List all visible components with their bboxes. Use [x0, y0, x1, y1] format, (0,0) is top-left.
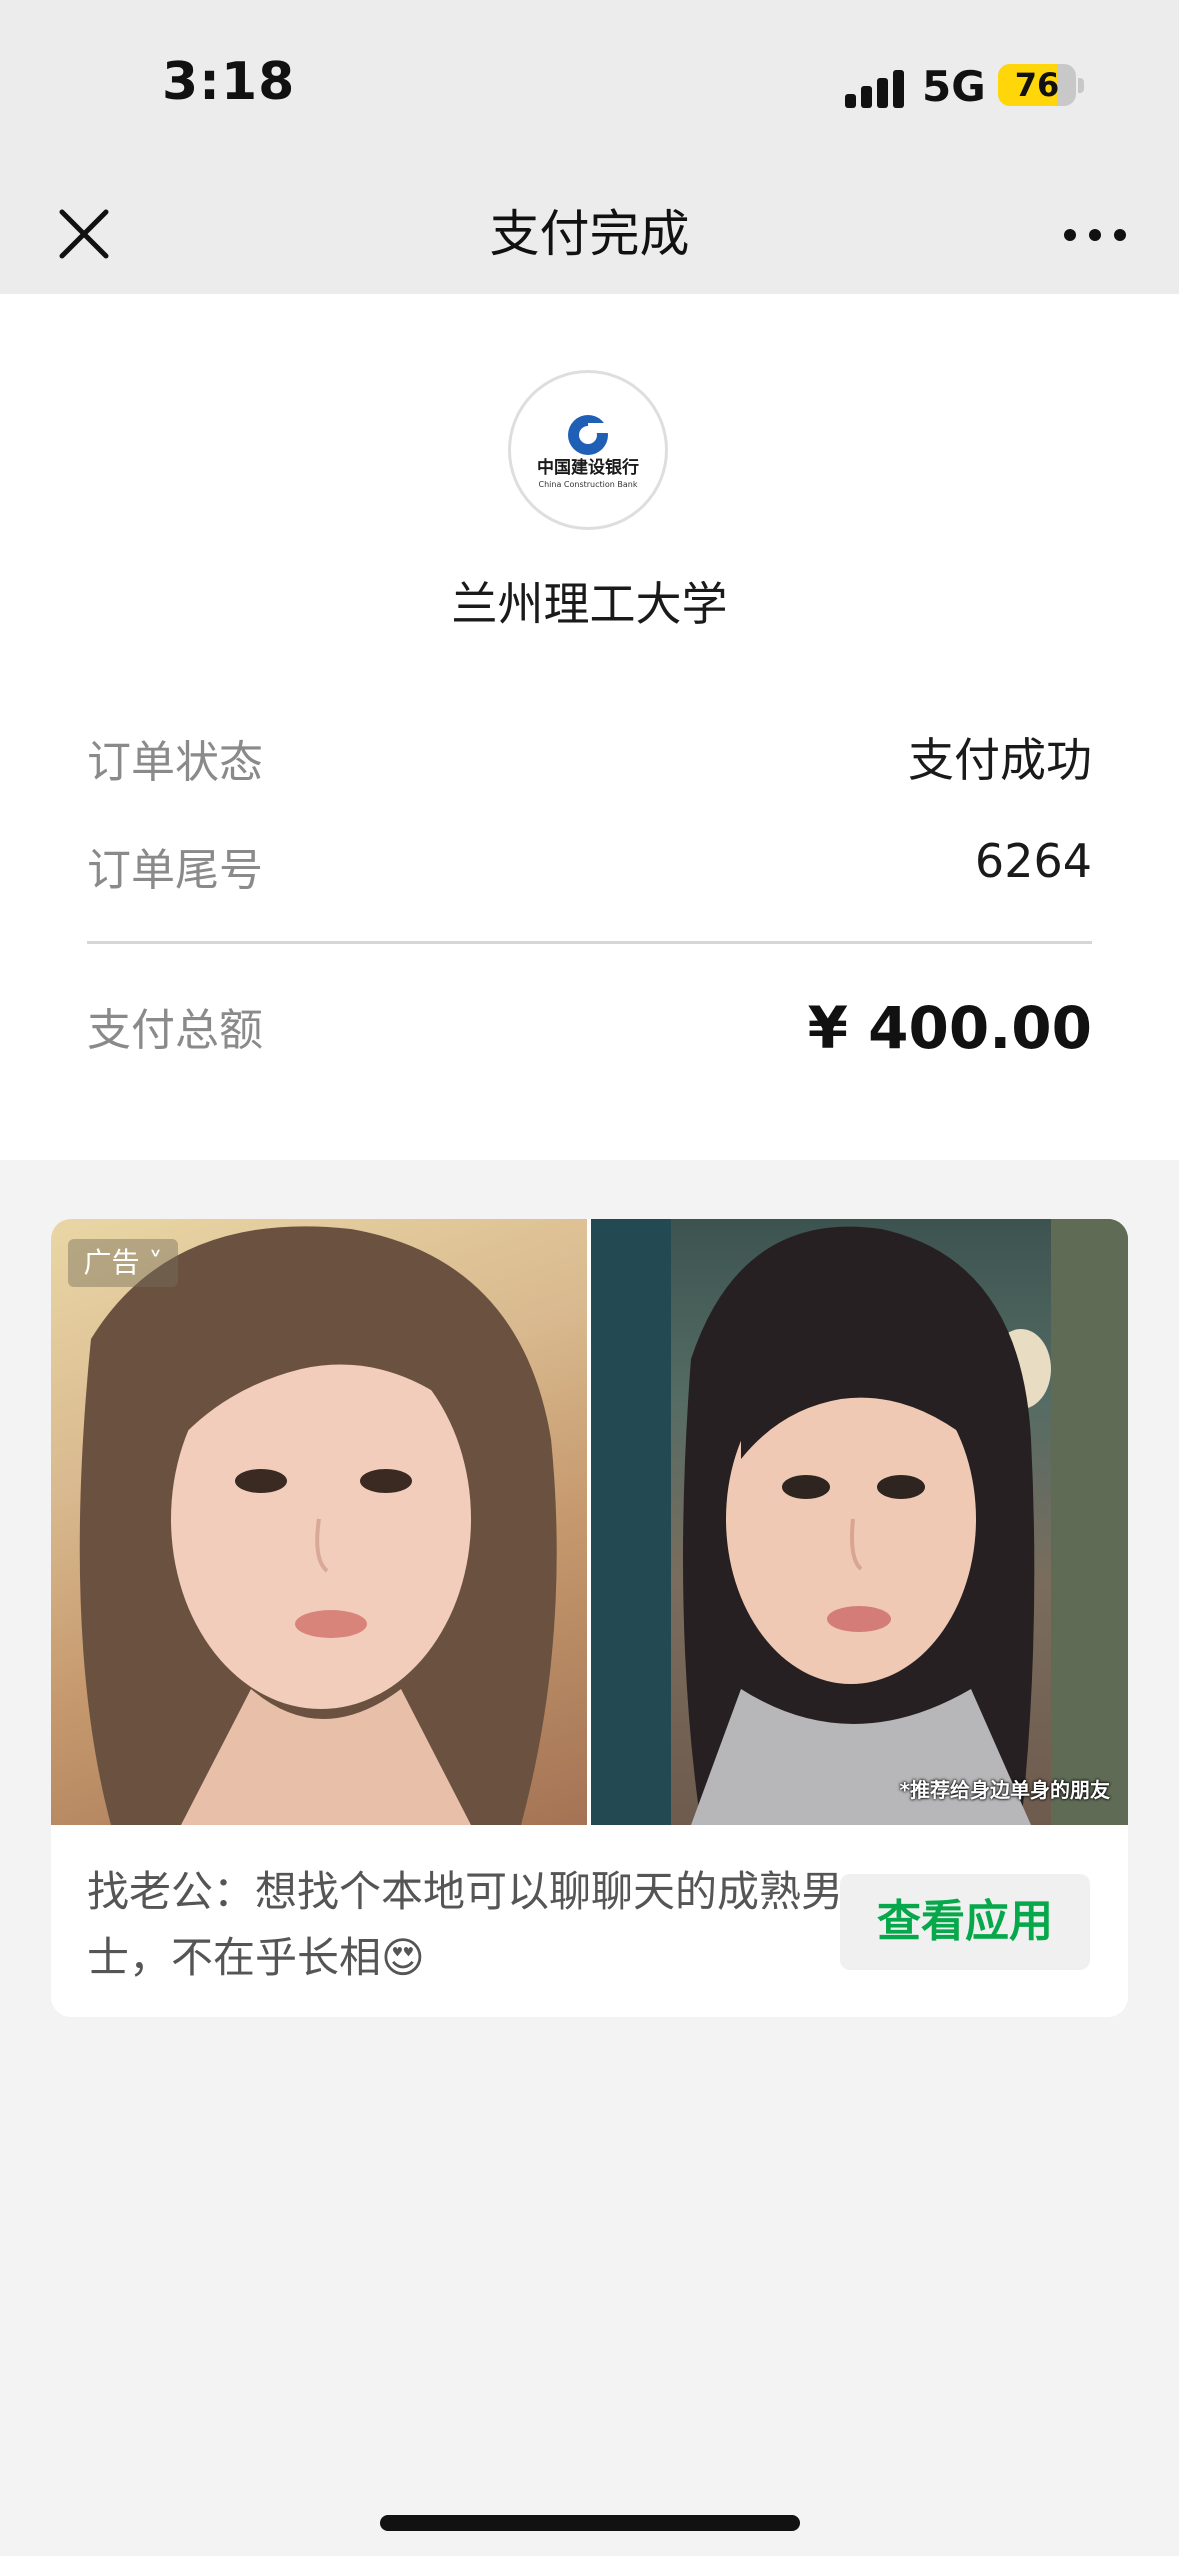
battery-level: 76 [1014, 66, 1060, 104]
ad-description[interactable]: 找老公：想找个本地可以聊聊天的成熟男士，不在乎长相😍 [87, 1859, 857, 1991]
nav-bar: 支付完成 [0, 170, 1179, 294]
status-time: 3:18 [162, 52, 296, 112]
home-indicator[interactable] [380, 2515, 800, 2531]
order-status-value: 支付成功 [908, 733, 1092, 787]
order-status-label: 订单状态 [87, 737, 263, 788]
ad-photo-right[interactable]: *推荐给身边单身的朋友 [591, 1219, 1128, 1825]
order-number-value: 6264 [974, 834, 1092, 888]
network-type: 5G [922, 62, 986, 111]
merchant-name: 兰州理工大学 [451, 577, 728, 631]
ad-image-caption: *推荐给身边单身的朋友 [899, 1778, 1110, 1802]
ad-image-gallery[interactable]: 广告 ˅ *推荐给身边单身的朋友 [51, 1219, 1128, 1825]
ad-tag-label: 广告 [83, 1246, 140, 1279]
payment-card: 中国建设银行 China Construction Bank 兰州理工大学 订单… [0, 294, 1179, 1160]
total-amount: ¥ 400.00 [807, 994, 1092, 1062]
bank-name-cn: 中国建设银行 [537, 457, 639, 478]
total-label: 支付总额 [87, 1005, 263, 1056]
page-title: 支付完成 [489, 205, 690, 263]
divider [87, 941, 1092, 944]
ad-card[interactable]: 广告 ˅ *推荐给身边单身的朋友 找老公：想找个本地可以聊聊天的成熟男士，不在乎… [51, 1219, 1128, 2017]
order-number-label: 订单尾号 [87, 845, 263, 896]
view-app-button[interactable]: 查看应用 [840, 1874, 1090, 1970]
more-icon[interactable] [1060, 210, 1130, 260]
battery-cap [1078, 78, 1084, 93]
cellular-signal-icon [845, 68, 907, 108]
ad-tag-button[interactable]: 广告 ˅ [68, 1239, 178, 1287]
bank-name-en: China Construction Bank [539, 480, 638, 489]
ad-photo-left[interactable]: 广告 ˅ [51, 1219, 587, 1825]
battery-icon: 76 [998, 64, 1076, 106]
ccb-logo-icon: 中国建设银行 China Construction Bank [508, 370, 668, 530]
status-bar: 3:18 5G 76 [0, 0, 1179, 170]
